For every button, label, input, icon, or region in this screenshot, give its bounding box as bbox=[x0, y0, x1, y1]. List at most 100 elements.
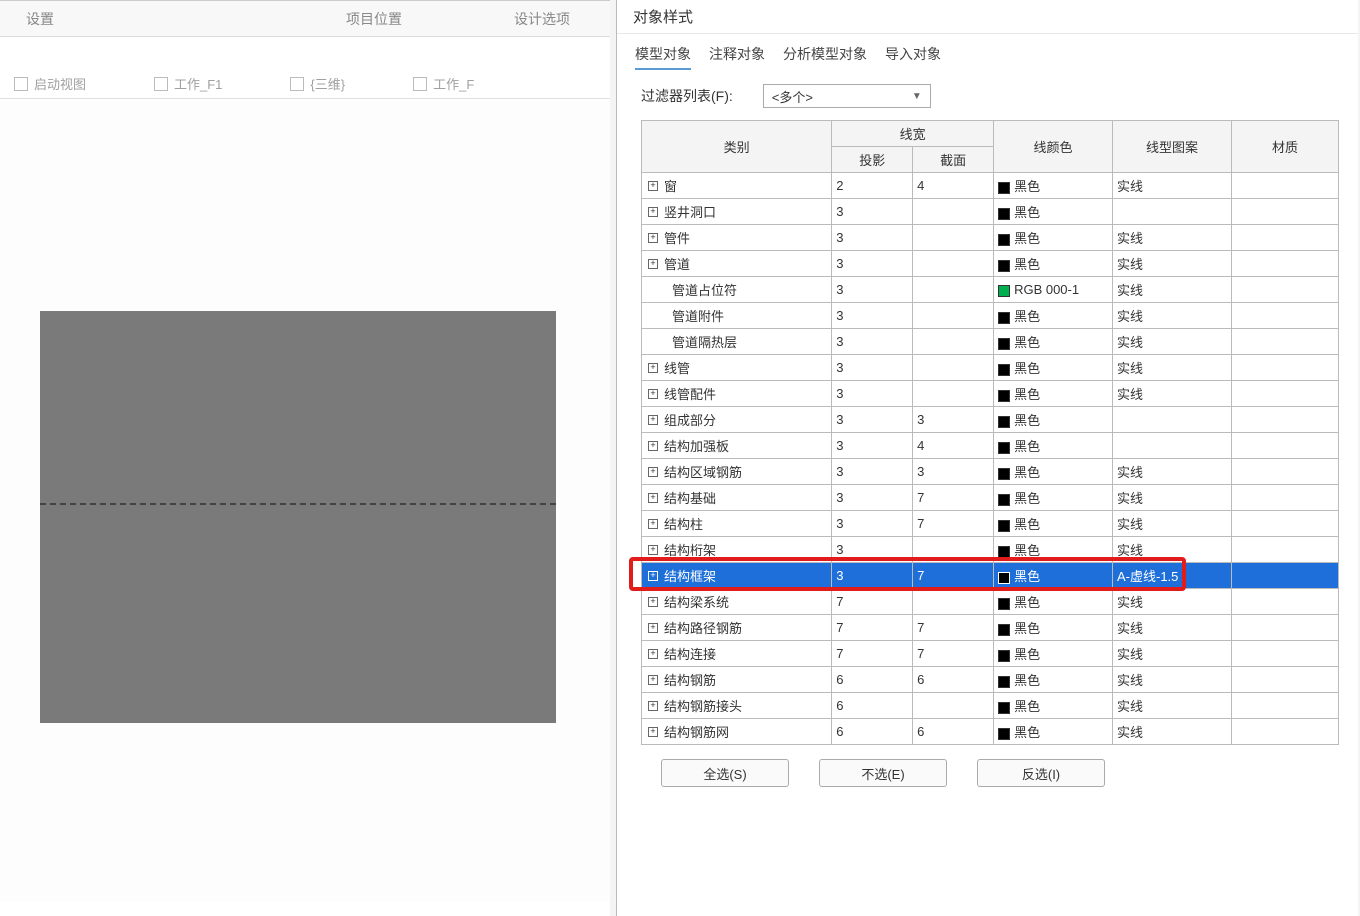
expand-icon[interactable]: + bbox=[648, 519, 658, 529]
expand-icon[interactable]: + bbox=[648, 181, 658, 191]
ribbon-tab-settings[interactable]: 设置 bbox=[0, 9, 80, 29]
cell-pattern[interactable]: 实线 bbox=[1113, 251, 1232, 277]
expand-icon[interactable]: + bbox=[648, 623, 658, 633]
cell-line-color[interactable]: 黑色 bbox=[994, 537, 1113, 563]
header-pattern[interactable]: 线型图案 bbox=[1113, 121, 1232, 173]
table-row[interactable]: +结构钢筋66黑色实线 bbox=[642, 667, 1339, 693]
doc-tab-work-f[interactable]: 工作_F bbox=[399, 69, 488, 99]
cell-section[interactable]: 6 bbox=[913, 667, 994, 693]
cell-projection[interactable]: 3 bbox=[832, 563, 913, 589]
cell-pattern[interactable]: 实线 bbox=[1113, 693, 1232, 719]
cell-material[interactable] bbox=[1231, 667, 1338, 693]
cell-material[interactable] bbox=[1231, 563, 1338, 589]
cell-projection[interactable]: 3 bbox=[832, 381, 913, 407]
cell-material[interactable] bbox=[1231, 225, 1338, 251]
expand-icon[interactable]: + bbox=[648, 363, 658, 373]
object-styles-grid[interactable]: 类别 线宽 线颜色 线型图案 材质 投影 截面 +窗24黑色实线+竖井洞口3黑色… bbox=[641, 120, 1339, 745]
cell-section[interactable] bbox=[913, 589, 994, 615]
cell-line-color[interactable]: 黑色 bbox=[994, 303, 1113, 329]
doc-tab-work-f1[interactable]: 工作_F1 bbox=[140, 69, 236, 99]
cell-pattern[interactable] bbox=[1113, 433, 1232, 459]
cell-material[interactable] bbox=[1231, 303, 1338, 329]
cell-line-color[interactable]: 黑色 bbox=[994, 355, 1113, 381]
cell-section[interactable]: 4 bbox=[913, 433, 994, 459]
header-material[interactable]: 材质 bbox=[1231, 121, 1338, 173]
cell-pattern[interactable]: 实线 bbox=[1113, 537, 1232, 563]
cell-section[interactable] bbox=[913, 199, 994, 225]
cell-line-color[interactable]: 黑色 bbox=[994, 381, 1113, 407]
cell-line-color[interactable]: 黑色 bbox=[994, 433, 1113, 459]
table-row[interactable]: +管件3黑色实线 bbox=[642, 225, 1339, 251]
tab-import-objects[interactable]: 导入对象 bbox=[885, 44, 941, 70]
cell-section[interactable]: 7 bbox=[913, 641, 994, 667]
cell-pattern[interactable]: 实线 bbox=[1113, 225, 1232, 251]
expand-icon[interactable]: + bbox=[648, 467, 658, 477]
expand-icon[interactable]: + bbox=[648, 727, 658, 737]
header-section[interactable]: 截面 bbox=[913, 147, 994, 173]
cell-projection[interactable]: 3 bbox=[832, 355, 913, 381]
cell-section[interactable] bbox=[913, 251, 994, 277]
cell-pattern[interactable]: 实线 bbox=[1113, 667, 1232, 693]
cell-pattern[interactable]: 实线 bbox=[1113, 277, 1232, 303]
cell-line-color[interactable]: 黑色 bbox=[994, 173, 1113, 199]
cell-material[interactable] bbox=[1231, 615, 1338, 641]
cell-pattern[interactable]: 实线 bbox=[1113, 381, 1232, 407]
cell-material[interactable] bbox=[1231, 329, 1338, 355]
cell-section[interactable] bbox=[913, 303, 994, 329]
cell-section[interactable] bbox=[913, 277, 994, 303]
cell-line-color[interactable]: 黑色 bbox=[994, 589, 1113, 615]
cell-section[interactable]: 7 bbox=[913, 563, 994, 589]
cell-pattern[interactable] bbox=[1113, 199, 1232, 225]
cell-material[interactable] bbox=[1231, 251, 1338, 277]
cell-material[interactable] bbox=[1231, 277, 1338, 303]
cell-section[interactable] bbox=[913, 329, 994, 355]
cell-pattern[interactable]: 实线 bbox=[1113, 641, 1232, 667]
cell-projection[interactable]: 6 bbox=[832, 719, 913, 745]
expand-icon[interactable]: + bbox=[648, 259, 658, 269]
cell-projection[interactable]: 3 bbox=[832, 511, 913, 537]
table-row[interactable]: 管道占位符3RGB 000-1实线 bbox=[642, 277, 1339, 303]
header-linecolor[interactable]: 线颜色 bbox=[994, 121, 1113, 173]
cell-pattern[interactable] bbox=[1113, 407, 1232, 433]
cell-section[interactable] bbox=[913, 693, 994, 719]
cell-pattern[interactable]: 实线 bbox=[1113, 719, 1232, 745]
cell-material[interactable] bbox=[1231, 719, 1338, 745]
cell-pattern[interactable]: 实线 bbox=[1113, 589, 1232, 615]
cell-line-color[interactable]: 黑色 bbox=[994, 693, 1113, 719]
cell-line-color[interactable]: 黑色 bbox=[994, 511, 1113, 537]
ribbon-tab-design-options[interactable]: 设计选项 bbox=[488, 9, 596, 29]
cell-line-color[interactable]: 黑色 bbox=[994, 459, 1113, 485]
expand-icon[interactable]: + bbox=[648, 441, 658, 451]
cell-material[interactable] bbox=[1231, 173, 1338, 199]
cell-line-color[interactable]: 黑色 bbox=[994, 485, 1113, 511]
table-row[interactable]: +结构钢筋网66黑色实线 bbox=[642, 719, 1339, 745]
expand-icon[interactable]: + bbox=[648, 571, 658, 581]
cell-projection[interactable]: 6 bbox=[832, 693, 913, 719]
cell-line-color[interactable]: 黑色 bbox=[994, 329, 1113, 355]
cell-line-color[interactable]: 黑色 bbox=[994, 615, 1113, 641]
cell-material[interactable] bbox=[1231, 537, 1338, 563]
cell-projection[interactable]: 3 bbox=[832, 303, 913, 329]
cell-pattern[interactable]: 实线 bbox=[1113, 329, 1232, 355]
cell-material[interactable] bbox=[1231, 381, 1338, 407]
tab-analytical-objects[interactable]: 分析模型对象 bbox=[783, 44, 867, 70]
cell-line-color[interactable]: 黑色 bbox=[994, 199, 1113, 225]
table-row[interactable]: +窗24黑色实线 bbox=[642, 173, 1339, 199]
cell-material[interactable] bbox=[1231, 407, 1338, 433]
cell-material[interactable] bbox=[1231, 641, 1338, 667]
cell-material[interactable] bbox=[1231, 589, 1338, 615]
cell-pattern[interactable]: 实线 bbox=[1113, 511, 1232, 537]
table-row[interactable]: +结构桁架3黑色实线 bbox=[642, 537, 1339, 563]
cell-section[interactable] bbox=[913, 381, 994, 407]
cell-line-color[interactable]: 黑色 bbox=[994, 641, 1113, 667]
select-none-button[interactable]: 不选(E) bbox=[819, 759, 947, 787]
cell-section[interactable] bbox=[913, 355, 994, 381]
cell-pattern[interactable]: 实线 bbox=[1113, 459, 1232, 485]
table-row[interactable]: +组成部分33黑色 bbox=[642, 407, 1339, 433]
table-row[interactable]: +管道3黑色实线 bbox=[642, 251, 1339, 277]
cell-projection[interactable]: 3 bbox=[832, 537, 913, 563]
cell-material[interactable] bbox=[1231, 485, 1338, 511]
cell-material[interactable] bbox=[1231, 459, 1338, 485]
cell-projection[interactable]: 3 bbox=[832, 251, 913, 277]
cell-section[interactable]: 7 bbox=[913, 615, 994, 641]
